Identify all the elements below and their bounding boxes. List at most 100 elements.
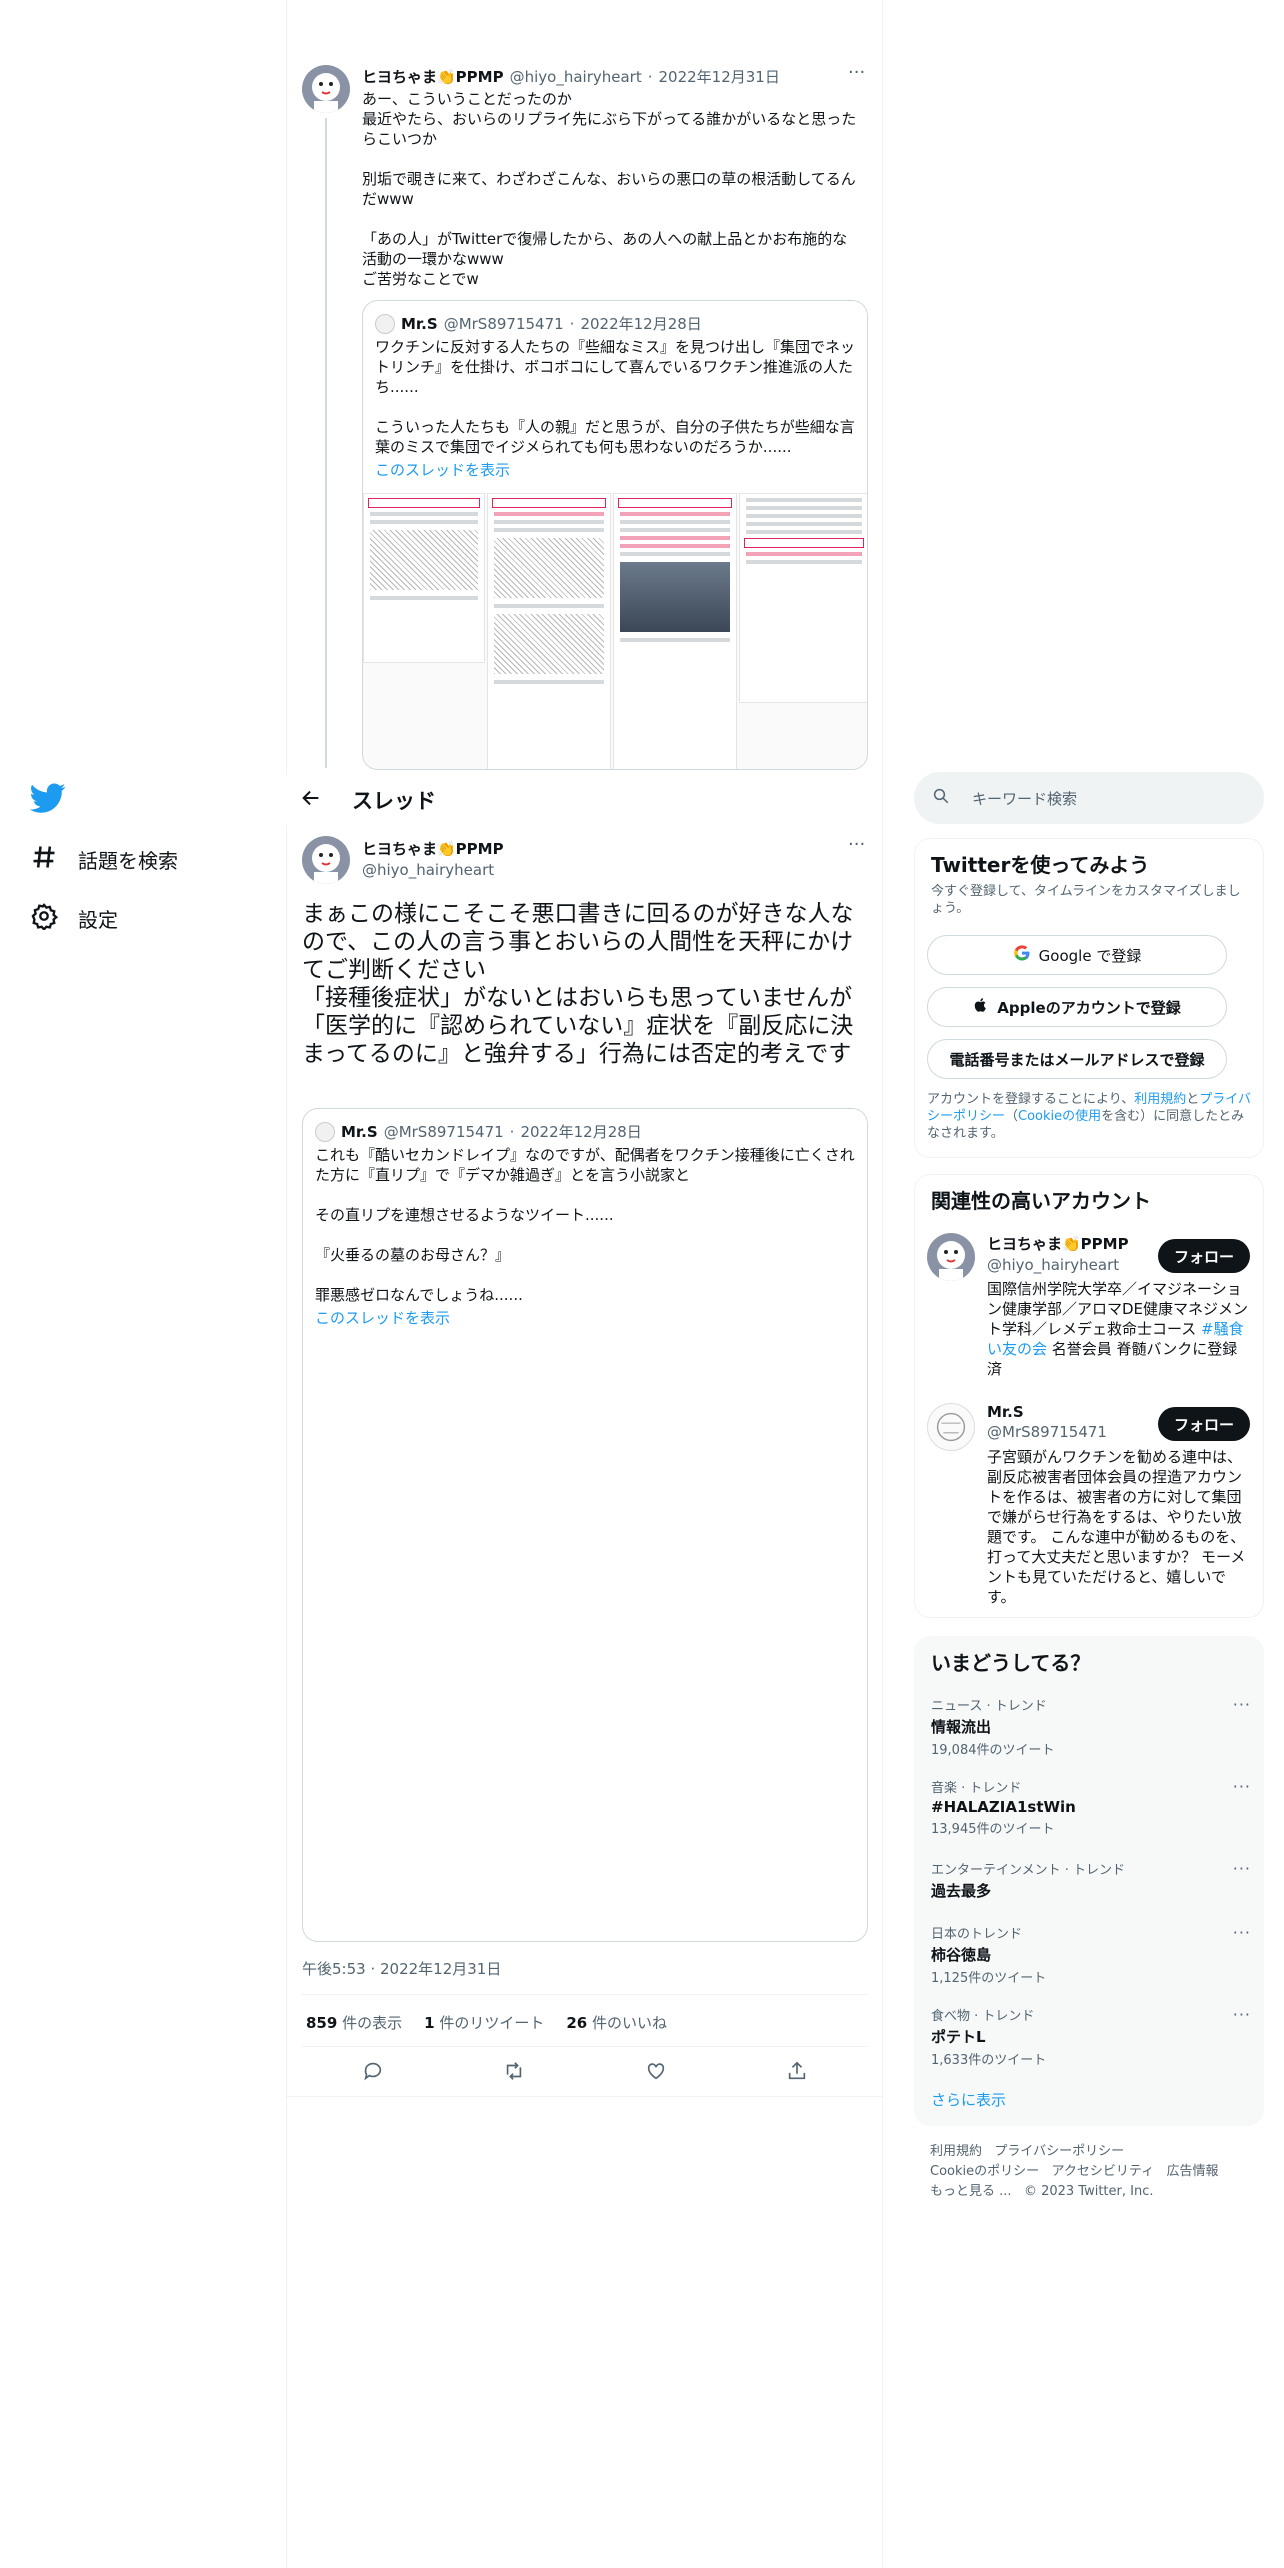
avatar[interactable] <box>302 65 350 113</box>
quoted-tweet-header: Mr.S @MrS89715471 · 2022年12月28日 <box>315 1121 642 1142</box>
footer-cookie-link[interactable]: Cookieのポリシー <box>930 2164 1039 2179</box>
quoted-tweet[interactable]: Mr.S @MrS89715471 · 2022年12月28日 これも『酷いセカ… <box>302 1108 868 1942</box>
media-screenshot <box>363 493 485 663</box>
cookie-link[interactable]: Cookieの使用 <box>1018 1109 1101 1124</box>
show-thread-link[interactable]: このスレッドを表示 <box>315 1307 450 1328</box>
follow-button[interactable]: フォロー <box>1158 1239 1250 1273</box>
more-icon[interactable]: ··· <box>1233 1859 1251 1878</box>
trends-card: いまどうしてる？ ニュース · トレンド 情報流出 19,084件のツイート ···… <box>914 1636 1264 2126</box>
quoted-author-name: Mr.S <box>401 314 438 333</box>
related-account-1[interactable]: ヒヨちゃま👏PPMP @hiyo_hairyheart <box>987 1233 1129 1274</box>
column-divider-right <box>882 0 883 2568</box>
signup-card: Twitterを使ってみよう 今すぐ登録して、タイムラインをカスタマイズしましょ… <box>914 838 1264 1158</box>
account-name: ヒヨちゃま👏PPMP <box>987 1235 1129 1253</box>
more-icon[interactable]: ··· <box>1233 1695 1251 1714</box>
trend-item[interactable]: 音楽 · トレンド #HALAZIA1stWin 13,945件のツイート ··· <box>931 1777 1251 1837</box>
more-icon[interactable]: ··· <box>848 834 865 855</box>
google-icon <box>1013 944 1031 966</box>
avatar[interactable] <box>302 836 350 884</box>
account-handle: @MrS89715471 <box>987 1423 1107 1441</box>
author-handle[interactable]: @hiyo_hairyheart <box>362 861 504 879</box>
nav-explore-label: 話題を検索 <box>78 849 178 873</box>
related-account-2[interactable]: Mr.S @MrS89715471 <box>987 1403 1107 1441</box>
avatar[interactable] <box>927 1403 975 1451</box>
prev-tweet-text: あー、こういうことだったのか 最近やたら、おいらのリプライ先にぶら下がってる誰か… <box>362 90 857 288</box>
footer-links: 利用規約 プライバシーポリシー Cookieのポリシー アクセシビリティ 広告情… <box>930 2142 1250 2202</box>
retweets-stat[interactable]: 1 件のリツイート <box>424 2012 544 2033</box>
quoted-author-name: Mr.S <box>341 1122 378 1141</box>
twitter-logo-icon[interactable] <box>29 780 66 816</box>
footer-privacy-link[interactable]: プライバシーポリシー <box>994 2144 1124 2159</box>
account-bio: 子宮頸がんワクチンを勧める連中は、副反応被害者団体会員の捏造アカウントを作るは、… <box>987 1448 1246 1606</box>
media-screenshot <box>613 493 737 769</box>
tweet-timestamp[interactable]: 午後5:53 · 2022年12月31日 <box>302 1958 501 1979</box>
author-name[interactable]: ヒヨちゃま👏PPMP <box>362 838 504 859</box>
more-icon[interactable]: ··· <box>848 62 865 83</box>
media-screenshot <box>487 493 611 769</box>
footer-ads-link[interactable]: 広告情報 <box>1167 2164 1219 2179</box>
apple-signup-label: Appleのアカウントで登録 <box>997 998 1181 1017</box>
trend-item[interactable]: 日本のトレンド 柿谷徳島 1,125件のツイート ··· <box>931 1923 1251 1986</box>
search-input[interactable]: キーワード検索 <box>972 788 1077 809</box>
quoted-tweet-text: ワクチンに反対する人たちの『些細なミス』を見つけ出し『集団でネットリンチ』を仕掛… <box>375 338 856 456</box>
nav-settings[interactable]: 設定 <box>30 902 118 935</box>
footer-more-link[interactable]: もっと見る ... <box>930 2184 1012 2199</box>
avatar[interactable] <box>927 1233 975 1281</box>
more-icon[interactable]: ··· <box>1233 1923 1251 1942</box>
tweet-stats: 859 件の表示 1 件のリツイート 26 件のいいね <box>306 2012 667 2033</box>
share-icon[interactable] <box>786 2060 808 2086</box>
hashtag-icon <box>30 843 58 876</box>
page-title: スレッド <box>352 789 436 813</box>
thread-header: スレッド <box>286 775 882 825</box>
trend-item[interactable]: 食べ物 · トレンド ポテトL 1,633件のツイート ··· <box>931 2005 1251 2068</box>
quoted-author-handle: @MrS89715471 <box>383 1122 504 1141</box>
like-icon[interactable] <box>645 2060 667 2086</box>
divider <box>302 2046 868 2047</box>
quoted-tweet-header: Mr.S @MrS89715471 · 2022年12月28日 <box>375 313 702 334</box>
apple-signup-button[interactable]: Appleのアカウントで登録 <box>927 987 1227 1027</box>
signup-terms: アカウントを登録することにより、利用規約とプライバシーポリシー（Cookieの使… <box>927 1092 1252 1141</box>
footer-terms-link[interactable]: 利用規約 <box>930 2144 982 2159</box>
footer-accessibility-link[interactable]: アクセシビリティ <box>1052 2164 1155 2179</box>
search-icon <box>932 787 950 809</box>
back-arrow-icon[interactable] <box>300 787 322 813</box>
column-divider-left <box>286 0 287 2568</box>
tweet-actions <box>302 2060 868 2086</box>
search-bar[interactable]: キーワード検索 <box>914 772 1264 824</box>
quoted-date: 2022年12月28日 <box>520 1123 642 1141</box>
author-name[interactable]: ヒヨちゃま👏PPMP <box>362 66 504 87</box>
google-signup-label: Google で登録 <box>1038 946 1142 965</box>
quoted-author-handle: @MrS89715471 <box>443 314 564 333</box>
terms-link[interactable]: 利用規約 <box>1134 1092 1186 1107</box>
tweet-date[interactable]: 2022年12月31日 <box>659 66 780 87</box>
google-signup-button[interactable]: Google で登録 <box>927 935 1227 975</box>
phone-signup-button[interactable]: 電話番号またはメールアドレスで登録 <box>927 1039 1227 1079</box>
account-handle: @hiyo_hairyheart <box>987 1256 1120 1274</box>
follow-button[interactable]: フォロー <box>1158 1407 1250 1441</box>
nav-explore[interactable]: 話題を検索 <box>30 843 178 876</box>
quoted-date: 2022年12月28日 <box>580 315 702 333</box>
author-handle[interactable]: @hiyo_hairyheart <box>510 68 642 86</box>
thread-connector <box>325 118 327 768</box>
trend-item[interactable]: エンターテインメント · トレンド 過去最多 ··· <box>931 1859 1251 1901</box>
gear-icon <box>30 902 59 935</box>
more-icon[interactable]: ··· <box>1233 2005 1251 2024</box>
views-stat: 859 件の表示 <box>306 2014 403 2032</box>
copyright: © 2023 Twitter, Inc. <box>1023 2184 1154 2199</box>
trend-item[interactable]: ニュース · トレンド 情報流出 19,084件のツイート ··· <box>931 1695 1251 1758</box>
prev-tweet-header: ヒヨちゃま👏PPMP @hiyo_hairyheart · 2022年12月31… <box>362 66 780 87</box>
reply-icon[interactable] <box>362 2060 384 2086</box>
quoted-tweet-text: これも『酷いセカンドレイプ』なのですが、配偶者をワクチン接種後に亡くされた方に『… <box>315 1146 855 1304</box>
show-thread-link[interactable]: このスレッドを表示 <box>375 459 510 480</box>
quoted-media-collage[interactable] <box>363 493 867 769</box>
likes-stat[interactable]: 26 件のいいね <box>566 2012 667 2033</box>
avatar <box>315 1121 335 1142</box>
retweet-icon[interactable] <box>503 2060 525 2086</box>
main-tweet-author[interactable]: ヒヨちゃま👏PPMP @hiyo_hairyheart <box>362 838 504 879</box>
more-icon[interactable]: ··· <box>1233 1777 1251 1796</box>
show-more-link[interactable]: さらに表示 <box>931 2089 1006 2110</box>
divider <box>286 2096 882 2097</box>
apple-icon <box>973 997 989 1017</box>
quoted-tweet[interactable]: Mr.S @MrS89715471 · 2022年12月28日 ワクチンに反対す… <box>362 300 868 770</box>
account-name: Mr.S <box>987 1403 1024 1421</box>
